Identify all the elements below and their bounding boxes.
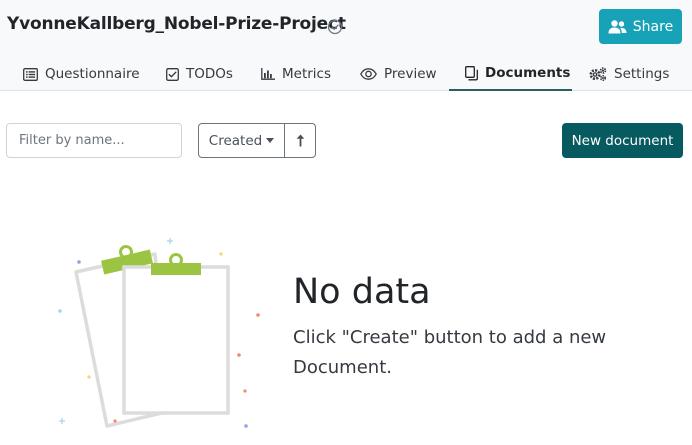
project-header: YvonneKallberg_Nobel-Prize-Project Share… — [0, 0, 692, 91]
empty-state-description: Click "Create" button to add a new Docum… — [293, 327, 607, 378]
tab-label: Questionnaire — [45, 66, 140, 82]
tab-label: TODOs — [186, 66, 233, 82]
eye-icon — [360, 68, 377, 80]
tab-metrics[interactable]: Metrics — [261, 57, 331, 91]
check-circle-icon — [327, 19, 343, 35]
new-document-button[interactable]: New document — [562, 123, 683, 158]
documents-icon — [465, 65, 478, 80]
share-button[interactable]: Share — [599, 9, 682, 44]
tab-preview[interactable]: Preview — [360, 57, 437, 91]
checkbox-icon — [166, 67, 179, 81]
sort-field-label: Created — [208, 132, 263, 149]
caret-down-icon — [266, 138, 275, 143]
tab-todos[interactable]: TODOs — [166, 57, 233, 91]
sort-control: Created — [198, 123, 316, 158]
empty-clipboards-illustration — [58, 238, 260, 428]
tab-label: Metrics — [282, 66, 332, 82]
list-icon — [23, 67, 38, 81]
tab-label: Preview — [384, 66, 437, 82]
project-title: YvonneKallberg_Nobel-Prize-Project — [7, 14, 346, 34]
tab-label: Settings — [614, 66, 670, 82]
bar-chart-icon — [261, 68, 275, 80]
gears-icon — [589, 67, 607, 81]
filter-input[interactable] — [6, 123, 182, 158]
tab-label: Documents — [485, 65, 571, 81]
share-label: Share — [632, 18, 674, 35]
new-document-label: New document — [571, 132, 674, 149]
sort-direction-button[interactable] — [285, 124, 315, 157]
sort-field-dropdown[interactable]: Created — [199, 124, 285, 157]
tab-documents[interactable]: Documents — [449, 57, 572, 91]
tab-questionnaire[interactable]: Questionnaire — [23, 57, 140, 91]
tab-bar: Questionnaire TODOs Metrics Preview Docu… — [0, 57, 692, 91]
empty-state-title: No data — [293, 272, 431, 312]
tab-settings[interactable]: Settings — [589, 57, 669, 91]
users-icon — [608, 19, 627, 33]
arrow-up-icon — [296, 134, 304, 147]
